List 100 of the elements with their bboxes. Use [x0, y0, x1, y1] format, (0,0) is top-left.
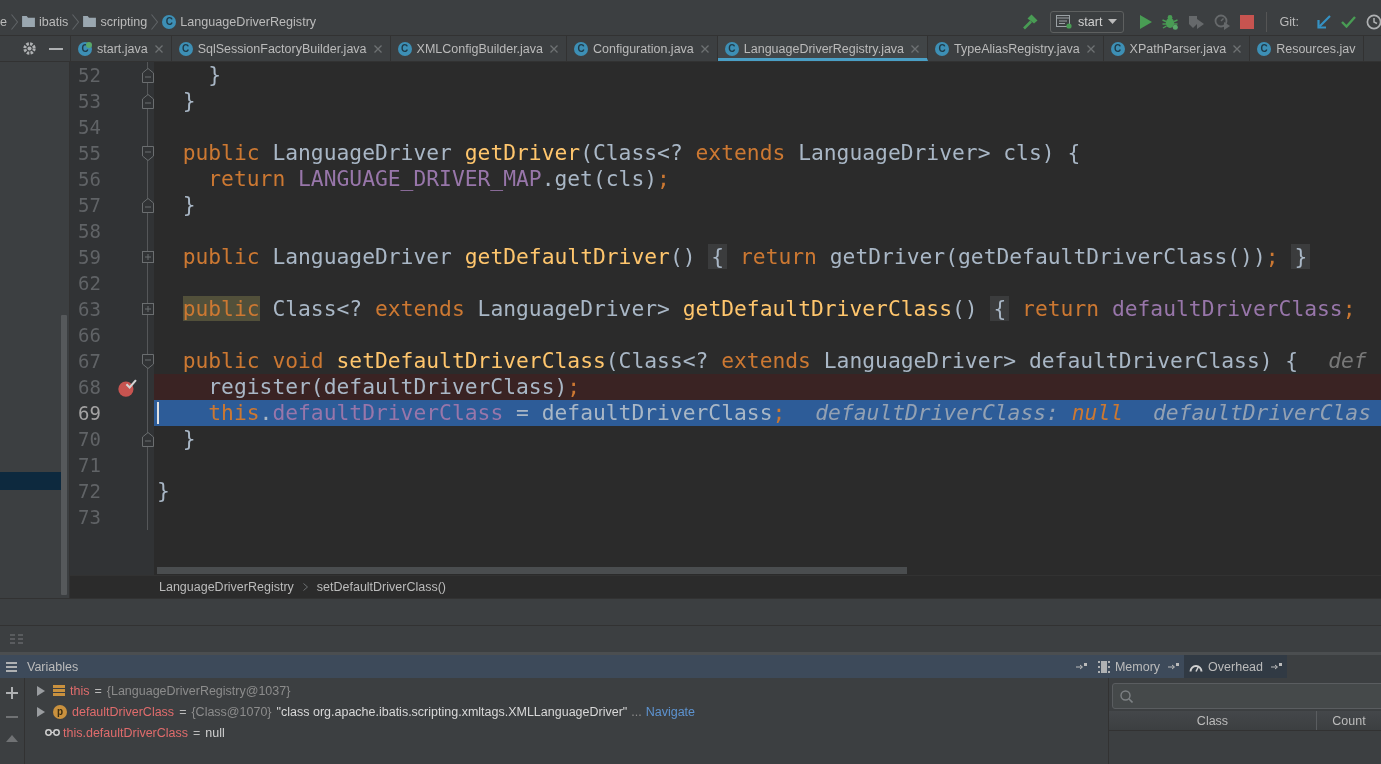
glasses-icon — [45, 729, 60, 736]
variable-name[interactable]: this.defaultDriverClass — [63, 725, 189, 740]
fold-icon[interactable] — [142, 197, 154, 213]
class-icon: C — [1257, 41, 1272, 56]
column-header[interactable]: Class — [1109, 711, 1317, 730]
close-icon[interactable] — [1086, 44, 1095, 53]
editor-tab[interactable]: C XPathParser.java — [1103, 36, 1251, 61]
close-icon[interactable] — [154, 44, 163, 53]
fold-icon[interactable] — [142, 67, 154, 83]
breadcrumb-item[interactable]: setDefaultDriverClass() — [316, 580, 446, 594]
ellipsis-text: ... — [631, 704, 642, 719]
code-line: } — [157, 478, 170, 504]
bug-icon[interactable] — [1162, 13, 1179, 30]
list-icon — [6, 661, 17, 672]
equals-sign: = — [193, 725, 201, 740]
breakpoint-icon[interactable] — [117, 377, 137, 397]
window-icon — [1055, 14, 1072, 29]
close-icon[interactable] — [550, 44, 559, 53]
equals-sign: = — [179, 704, 187, 719]
panel-title: Variables — [27, 659, 79, 674]
breadcrumb-item[interactable]: e — [0, 14, 7, 29]
plus-icon[interactable] — [6, 687, 18, 699]
editor-tab[interactable]: C Configuration.java — [567, 36, 718, 61]
code-line: } — [182, 426, 196, 452]
editor-tab[interactable]: C Resources.jav — [1250, 36, 1365, 61]
search-field[interactable] — [1112, 683, 1381, 709]
fold-icon[interactable] — [142, 145, 154, 161]
fold-icon[interactable] — [142, 431, 154, 447]
variable-name[interactable]: this — [70, 683, 90, 698]
class-icon: C — [724, 41, 739, 56]
class-icon: C — [78, 41, 92, 56]
arrow-square-icon[interactable] — [1075, 663, 1087, 670]
unfold-icon[interactable] — [142, 303, 154, 315]
horizontal-scrollbar[interactable] — [157, 566, 907, 574]
editor-tab[interactable]: C LanguageDriverRegistry.java — [717, 36, 929, 61]
close-icon[interactable] — [1233, 44, 1242, 53]
expand-arrow-icon[interactable] — [37, 706, 45, 717]
editor-tab[interactable]: C start.java — [71, 36, 172, 61]
settings-icon[interactable] — [22, 41, 37, 56]
parameter-icon: p — [53, 704, 67, 719]
chip-icon — [1097, 660, 1110, 673]
folder-icon — [83, 16, 97, 27]
breadcrumb-item[interactable]: LanguageDriverRegistry — [159, 580, 294, 594]
minus-icon[interactable] — [49, 47, 63, 50]
code-line: } — [182, 192, 196, 218]
code-line: return LANGUAGE_DRIVER_MAP.get(cls); — [208, 166, 670, 192]
code-line: this.defaultDriverClass = defaultDriverClass; — [208, 400, 786, 426]
code-line: } — [182, 88, 196, 114]
run-icon[interactable] — [1140, 14, 1153, 29]
vertical-scrollbar[interactable] — [61, 315, 67, 595]
arrow-square-icon[interactable] — [1168, 663, 1180, 670]
inline-value-hint: def — [1328, 348, 1367, 374]
clock-icon[interactable] — [1366, 13, 1381, 30]
inline-value-hint: defaultDriverClass: null — [815, 400, 1124, 426]
variable-name[interactable]: defaultDriverClass — [72, 704, 175, 719]
search-icon — [1120, 689, 1133, 703]
navigate-link[interactable]: Navigate — [645, 704, 696, 719]
stop-icon[interactable] — [1240, 14, 1255, 29]
view-tab[interactable]: Memory — [1092, 655, 1185, 678]
run-config-dropdown[interactable]: start — [1049, 10, 1125, 33]
stacked-bars-icon — [53, 685, 65, 696]
folder-icon — [22, 16, 35, 27]
hammer-icon[interactable] — [1021, 13, 1038, 30]
fold-icon[interactable] — [142, 93, 154, 109]
breadcrumb-item[interactable]: scripting — [83, 14, 148, 29]
variable-value: null — [205, 725, 225, 740]
editor-tab[interactable]: C XMLConfigBuilder.java — [390, 36, 568, 61]
expand-arrow-icon[interactable] — [37, 685, 45, 696]
code-line: register(defaultDriverClass); — [208, 374, 581, 400]
checkmark-icon[interactable] — [1341, 15, 1356, 28]
close-icon[interactable] — [700, 44, 709, 53]
close-icon[interactable] — [911, 44, 920, 53]
chevron-icon — [151, 13, 159, 30]
code-line: public LanguageDriver getDefaultDriver() { return getDriver(getDefaultDriverClass()); } — [182, 244, 1311, 270]
class-icon: C — [1110, 41, 1125, 56]
class-icon: C — [397, 41, 412, 56]
chevron-icon — [11, 13, 18, 30]
columns-icon[interactable] — [10, 634, 23, 644]
vcs-label: Git: — [1279, 14, 1299, 29]
arrow-down-left-icon[interactable] — [1317, 14, 1331, 29]
code-line: public Class<? extends LanguageDriver> getDefaultDriverClass() { return defaultDriverClass; — [182, 296, 1356, 322]
class-icon: C — [162, 14, 177, 29]
arrow-square-icon[interactable] — [1271, 663, 1282, 670]
line-number: 69 — [77, 401, 101, 426]
string-value: "class org.apache.ibatis.scripting.xmltags.XMLLanguageDriver" — [276, 704, 628, 719]
class-icon: C — [935, 41, 950, 56]
view-tab[interactable]: Overhead — [1184, 655, 1287, 678]
breadcrumb-item[interactable]: ibatis — [22, 14, 69, 29]
caret-icon — [1108, 19, 1118, 24]
text-cursor — [157, 402, 159, 424]
breadcrumb-item[interactable]: C LanguageDriverRegistry — [162, 14, 317, 29]
fold-icon[interactable] — [142, 353, 154, 369]
inline-value-hint: defaultDriverClas — [1153, 400, 1372, 426]
editor-tab[interactable]: C SqlSessionFactoryBuilder.java — [171, 36, 391, 61]
editor-tab[interactable]: C TypeAliasRegistry.java — [928, 36, 1104, 61]
unfold-icon[interactable] — [142, 251, 154, 263]
close-icon[interactable] — [373, 44, 382, 53]
chevron-icon — [72, 13, 80, 30]
code-line: public LanguageDriver getDriver(Class<? extends LanguageDriver> cls) { — [182, 140, 1081, 166]
variable-value: {Class@1070} — [191, 704, 272, 719]
